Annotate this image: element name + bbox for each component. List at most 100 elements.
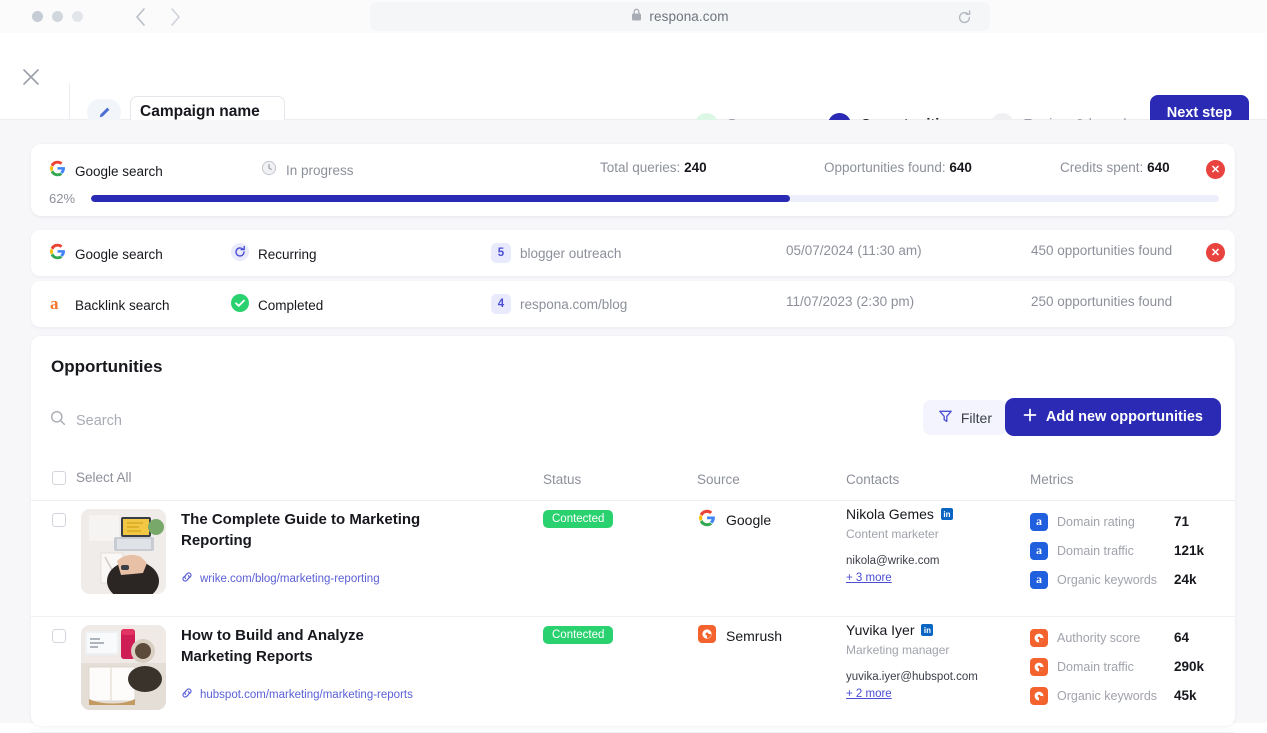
article-url[interactable]: hubspot.com/marketing/marketing-reports	[181, 687, 413, 702]
metric-label: Domain traffic	[1057, 543, 1134, 558]
column-header-source: Source	[697, 472, 740, 487]
maximize-window-dot[interactable]	[72, 11, 83, 22]
browser-chrome: respona.com	[0, 0, 1267, 33]
article-title[interactable]: How to Build and Analyze Marketing Repor…	[181, 625, 421, 668]
metric-label: Organic keywords	[1057, 688, 1158, 703]
column-header-status: Status	[543, 472, 582, 487]
contact-cell: Nikola Gemes in Content marketer nikola@…	[846, 506, 953, 586]
metric-row: a Organic keywords 24k	[1030, 565, 1204, 594]
window-traffic-lights[interactable]	[32, 11, 83, 22]
table-row[interactable]: How to Build and Analyze Marketing Repor…	[31, 617, 1235, 733]
article-thumbnail	[81, 509, 166, 594]
page-title: Opportunities	[51, 357, 163, 376]
article-title[interactable]: The Complete Guide to Marketing Reportin…	[181, 509, 421, 552]
close-icon[interactable]	[20, 66, 42, 93]
run-engine: a Backlink search	[49, 294, 170, 317]
close-circle-icon[interactable]: ✕	[1206, 243, 1225, 262]
select-all-checkbox[interactable]: Select All	[52, 470, 132, 485]
link-icon	[181, 687, 193, 702]
ahrefs-icon: a	[1030, 570, 1048, 589]
page-body: Google search In progress Total queries:…	[0, 120, 1267, 733]
linkedin-icon[interactable]: in	[940, 508, 953, 520]
close-window-dot[interactable]	[32, 11, 43, 22]
credits-spent-stat: Credits spent: 640	[1060, 160, 1170, 175]
semrush-icon	[1030, 628, 1048, 647]
search-run-row[interactable]: Google search Recurring 5 blogger outrea…	[31, 230, 1235, 276]
credits-spent-value: 640	[1147, 160, 1170, 175]
contact-cell: Yuvika Iyer in Marketing manager yuvika.…	[846, 622, 978, 702]
metric-value: 290k	[1174, 659, 1205, 674]
source-cell: Semrush	[698, 625, 782, 646]
opportunities-search[interactable]	[50, 410, 356, 431]
contact-name: Yuvika Iyer	[846, 622, 915, 638]
filter-label: Filter	[960, 409, 992, 426]
search-run-row[interactable]: a Backlink search Completed 4 respona.co…	[31, 281, 1235, 327]
metric-value: 71	[1174, 514, 1190, 529]
source-cell: Google	[698, 509, 771, 530]
address-bar[interactable]: respona.com	[370, 2, 990, 31]
run-status: Recurring	[231, 243, 317, 266]
svg-text:a: a	[50, 294, 59, 312]
lock-icon	[631, 8, 642, 26]
metric-label: Domain traffic	[1057, 659, 1134, 674]
metrics-cell: Authority score 64 Domain traffic 290k O…	[1030, 623, 1204, 710]
google-icon	[49, 243, 66, 265]
cancel-run-button[interactable]: ✕	[1206, 243, 1225, 262]
contact-email: yuvika.iyer@hubspot.com	[846, 671, 978, 683]
metric-row: Authority score 64	[1030, 623, 1204, 652]
run-engine-label: Backlink search	[75, 298, 170, 313]
opportunities-found-stat: Opportunities found: 640	[824, 160, 972, 175]
opportunities-found-value: 640	[949, 160, 972, 175]
run-date-label: 11/07/2023 (2:30 pm)	[786, 294, 915, 309]
total-queries-stat: Total queries: 240	[600, 160, 707, 175]
linkedin-icon[interactable]: in	[921, 624, 934, 636]
reload-icon[interactable]	[957, 10, 972, 30]
search-status-label: In progress	[286, 163, 354, 178]
run-date: 11/07/2023 (2:30 pm)	[786, 294, 914, 309]
metric-row: Domain traffic 290k	[1030, 652, 1204, 681]
run-result: 250 opportunities found	[1031, 294, 1172, 309]
contact-role: Marketing manager	[846, 643, 950, 657]
forward-icon[interactable]	[170, 7, 181, 26]
cancel-search-button[interactable]: ✕	[1206, 160, 1225, 179]
row-checkbox[interactable]	[52, 629, 66, 643]
metric-value: 24k	[1174, 572, 1197, 587]
run-status-label: Completed	[258, 298, 324, 313]
minimize-window-dot[interactable]	[52, 11, 63, 22]
select-all-label: Select All	[76, 470, 132, 485]
row-checkbox[interactable]	[52, 513, 66, 527]
add-new-opportunities-button[interactable]: Add new opportunities	[1004, 398, 1221, 436]
ahrefs-icon: a	[1030, 512, 1048, 531]
semrush-icon	[1030, 686, 1048, 705]
checkbox-icon[interactable]	[52, 470, 66, 485]
run-date-label: 05/07/2024 (11:30 am)	[786, 243, 922, 258]
article-url[interactable]: wrike.com/blog/marketing-reporting	[181, 571, 380, 586]
ahrefs-icon: a	[1030, 541, 1048, 560]
url-text: respona.com	[649, 9, 729, 24]
search-engine-label: Google search	[75, 163, 163, 179]
metric-label: Domain rating	[1057, 514, 1135, 529]
metric-label: Authority score	[1057, 630, 1141, 645]
credits-spent-label: Credits spent:	[1060, 160, 1144, 175]
contact-more-link[interactable]: + 2 more	[846, 688, 892, 700]
run-status-label: Recurring	[258, 247, 317, 262]
contact-more-link[interactable]: + 3 more	[846, 572, 892, 584]
ahrefs-icon: a	[49, 294, 66, 317]
article-url-text: hubspot.com/marketing/marketing-reports	[200, 688, 413, 701]
total-queries-value: 240	[684, 160, 707, 175]
funnel-icon	[938, 409, 953, 427]
search-input[interactable]	[76, 412, 356, 429]
table-header: Select All Status Source Contacts Metric…	[31, 461, 1235, 501]
opportunities-panel: Opportunities Filter Add new opportuniti…	[31, 336, 1235, 733]
plus-icon	[1023, 408, 1037, 426]
filter-button[interactable]: Filter	[922, 400, 1007, 435]
back-icon[interactable]	[135, 7, 146, 26]
semrush-icon	[1030, 657, 1048, 676]
table-row[interactable]: The Complete Guide to Marketing Reportin…	[31, 501, 1235, 617]
close-circle-icon[interactable]: ✕	[1206, 160, 1225, 179]
run-count-badge: 4	[491, 294, 511, 314]
run-query-label: blogger outreach	[520, 245, 622, 261]
metric-row: a Domain traffic 121k	[1030, 536, 1204, 565]
column-header-contacts: Contacts	[846, 472, 900, 487]
progress-track	[91, 195, 1219, 202]
